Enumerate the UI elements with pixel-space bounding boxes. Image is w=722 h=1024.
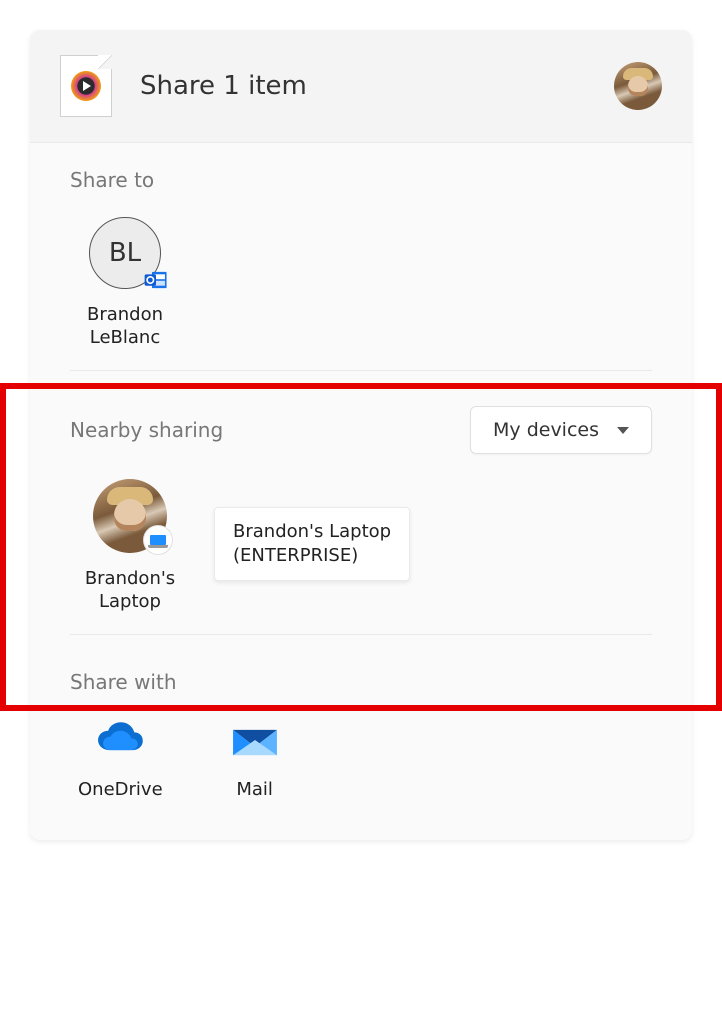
- nearby-sharing-section: Nearby sharing My devices Brandon's Lapt…: [30, 381, 692, 624]
- dropdown-selected-label: My devices: [493, 419, 599, 441]
- share-app-onedrive[interactable]: OneDrive: [78, 719, 163, 800]
- nearby-device-item[interactable]: Brandon's Laptop: [70, 479, 190, 614]
- share-to-section: Share to BL Brandon LeBlanc: [30, 143, 692, 360]
- user-avatar[interactable]: [614, 62, 662, 110]
- app-label: OneDrive: [78, 779, 163, 800]
- share-app-mail[interactable]: Mail: [228, 719, 282, 800]
- contact-name-label: Brandon LeBlanc: [87, 303, 163, 350]
- outlook-icon: [143, 267, 169, 293]
- play-icon: [71, 71, 101, 101]
- device-name-label: Brandon's Laptop: [85, 567, 175, 614]
- divider: [70, 634, 652, 635]
- onedrive-icon: [93, 719, 147, 761]
- laptop-icon: [143, 525, 173, 555]
- share-header: Share 1 item: [30, 30, 692, 143]
- chevron-down-icon: [617, 427, 629, 434]
- header-title: Share 1 item: [140, 71, 614, 101]
- nearby-sharing-title: Nearby sharing: [70, 418, 223, 442]
- share-contact-item[interactable]: BL Brandon LeBlanc: [70, 217, 180, 350]
- device-tooltip: Brandon's Laptop (ENTERPRISE): [214, 507, 410, 582]
- share-to-title: Share to: [70, 168, 652, 192]
- media-file-icon: [60, 55, 112, 117]
- nearby-scope-dropdown[interactable]: My devices: [470, 406, 652, 454]
- share-panel: Share 1 item Share to BL Brandon LeBlanc: [30, 30, 692, 840]
- app-label: Mail: [236, 779, 273, 800]
- mail-icon: [228, 719, 282, 761]
- share-with-title: Share with: [70, 670, 652, 694]
- share-with-section: Share with OneDrive: [30, 645, 692, 810]
- divider: [70, 370, 652, 371]
